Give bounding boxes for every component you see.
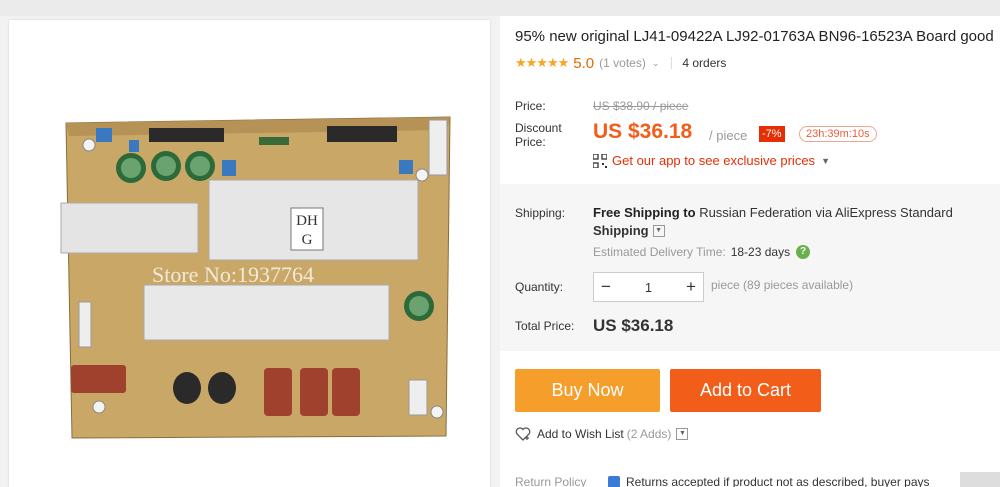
return-policy-text: Returns accepted if product not as descr…	[626, 475, 930, 487]
votes-link[interactable]: (1 votes)	[599, 56, 646, 70]
return-policy: Returns accepted if product not as descr…	[608, 475, 930, 487]
free-shipping-text: Free Shipping to	[593, 205, 696, 220]
shipping-label: Shipping:	[515, 206, 566, 220]
product-info-panel: 95% new original LJ41-09422A LJ92-01763A…	[500, 16, 1000, 487]
caret-down-icon: ▼	[821, 155, 830, 166]
shipping-word: Shipping	[593, 223, 649, 238]
svg-text:Store No:1937764: Store No:1937764	[152, 262, 314, 287]
total-price-value: US $36.18	[593, 316, 674, 335]
shipping-destination: Russian Federation via AliExpress Standa…	[699, 205, 953, 220]
qr-code-icon	[593, 153, 607, 168]
wishlist-count: (2 Adds)	[626, 427, 672, 441]
quantity-availability: piece (89 pieces available)	[711, 278, 854, 292]
rating-value: 5.0	[573, 54, 595, 72]
add-to-cart-button[interactable]: Add to Cart	[670, 369, 821, 412]
return-policy-icon	[608, 476, 620, 487]
circuit-board-image: DH G Store No:1937764	[60, 116, 451, 439]
shipping-method-line2[interactable]: Shipping ▼	[593, 223, 665, 238]
price-unit: / piece	[709, 128, 748, 143]
shipping-dropdown-icon[interactable]: ▼	[652, 224, 665, 237]
eta-value: 18-23 days	[730, 245, 791, 259]
app-promo-link[interactable]: Get our app to see exclusive prices ▼	[593, 153, 830, 168]
corner-overlay	[960, 472, 1000, 487]
help-icon[interactable]: ?	[796, 245, 811, 259]
product-image-panel[interactable]: DH G Store No:1937764	[9, 20, 490, 487]
quantity-label: Quantity:	[515, 280, 564, 294]
discount-label-line2: Price:	[515, 135, 546, 149]
heart-icon	[515, 427, 531, 441]
wishlist-link[interactable]: Add to Wish List (2 Adds) ▼	[515, 427, 689, 441]
countdown-timer: 23h:39m:10s	[799, 126, 877, 142]
delivery-estimate: Estimated Delivery Time: 18-23 days ?	[593, 245, 811, 259]
rating-row: ★★★★★ 5.0 (1 votes) ⌄ 4 orders	[515, 54, 726, 72]
app-promo-text: Get our app to see exclusive prices	[612, 153, 816, 168]
product-title: 95% new original LJ41-09422A LJ92-01763A…	[515, 28, 994, 45]
quantity-increase-button[interactable]: +	[679, 277, 703, 297]
quantity-stepper[interactable]: − 1 +	[593, 272, 704, 302]
total-price-label: Total Price:	[515, 319, 575, 333]
quantity-decrease-button[interactable]: −	[594, 277, 618, 297]
browser-top-strip	[0, 0, 1000, 16]
svg-text:G: G	[302, 232, 313, 248]
svg-text:DH: DH	[296, 213, 318, 229]
original-price: US $38.90 / piece	[593, 99, 689, 113]
chevron-down-icon[interactable]: ⌄	[652, 58, 660, 69]
discount-badge: -7%	[759, 126, 785, 142]
discount-label-line1: Discount	[515, 121, 562, 135]
eta-label: Estimated Delivery Time:	[593, 245, 726, 259]
shipping-method[interactable]: Free Shipping to Russian Federation via …	[593, 205, 953, 220]
star-rating-icon: ★★★★★	[515, 55, 569, 70]
return-policy-label: Return Policy	[515, 475, 587, 487]
discount-price: US $36.18	[593, 120, 693, 143]
buy-now-button[interactable]: Buy Now	[515, 369, 660, 412]
wishlist-dropdown-icon[interactable]: ▼	[676, 428, 689, 440]
divider	[671, 57, 673, 69]
price-label: Price:	[515, 99, 546, 113]
orders-count: 4 orders	[682, 56, 727, 70]
quantity-input[interactable]: 1	[618, 280, 679, 295]
wishlist-text: Add to Wish List	[537, 427, 624, 441]
